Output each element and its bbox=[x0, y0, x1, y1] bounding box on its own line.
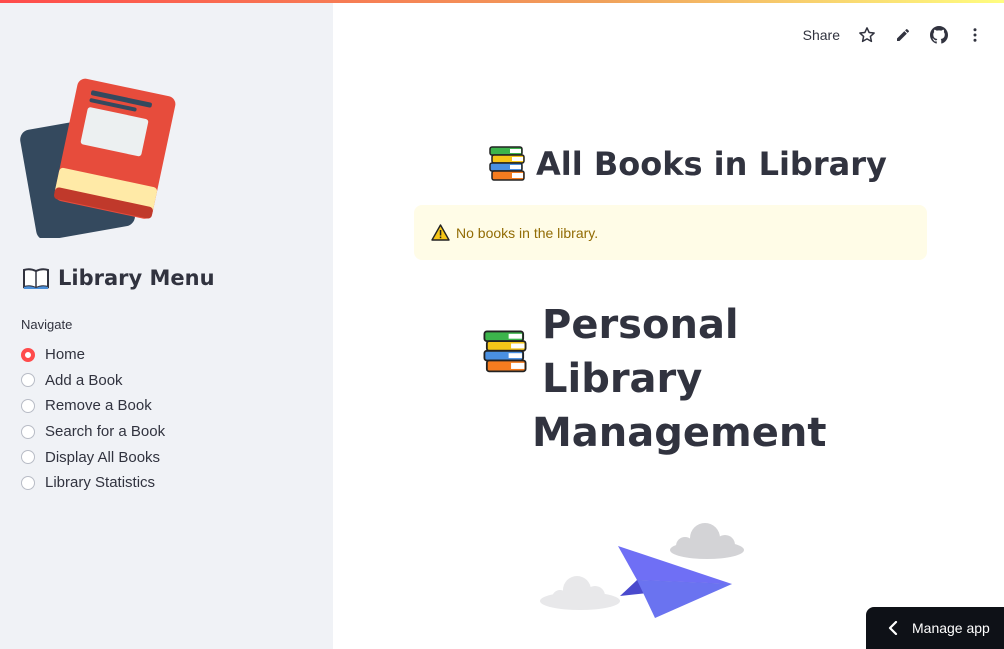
manage-app-button[interactable]: Manage app bbox=[866, 607, 1004, 649]
pencil-icon[interactable] bbox=[894, 26, 912, 44]
radio-button[interactable] bbox=[21, 475, 35, 490]
library-logo bbox=[20, 78, 176, 238]
top-decoration-bar bbox=[0, 0, 1004, 3]
books-icon bbox=[482, 330, 528, 374]
radio-button[interactable] bbox=[21, 373, 35, 388]
radio-option-statistics[interactable]: Library Statistics bbox=[21, 470, 165, 496]
radio-button-selected[interactable] bbox=[21, 347, 35, 362]
sidebar: Library Menu Navigate Home Add a Book Re… bbox=[0, 0, 333, 649]
warning-alert-text: No books in the library. bbox=[456, 224, 599, 241]
star-icon[interactable] bbox=[858, 26, 876, 44]
page-title: Personal Library Management bbox=[482, 298, 882, 460]
chevron-left-icon bbox=[888, 621, 898, 635]
sidebar-title-text: Library Menu bbox=[58, 266, 215, 290]
radio-option-display-all[interactable]: Display All Books bbox=[21, 444, 165, 470]
radio-option-search-book[interactable]: Search for a Book bbox=[21, 419, 165, 445]
radio-label: Remove a Book bbox=[45, 397, 152, 415]
section-heading: All Books in Library bbox=[488, 145, 887, 183]
sidebar-title: Library Menu bbox=[22, 266, 215, 290]
radio-option-add-book[interactable]: Add a Book bbox=[21, 368, 165, 394]
books-icon bbox=[488, 146, 526, 182]
radio-button[interactable] bbox=[21, 398, 35, 413]
radio-label: Display All Books bbox=[45, 448, 161, 466]
more-vertical-icon[interactable] bbox=[966, 26, 984, 44]
page-title-line2: Management bbox=[532, 410, 827, 456]
navigation-radio-group: Home Add a Book Remove a Book Search for… bbox=[21, 342, 165, 496]
radio-label: Library Statistics bbox=[45, 474, 156, 492]
github-icon[interactable] bbox=[930, 26, 948, 44]
radio-button[interactable] bbox=[21, 450, 35, 465]
radio-label: Home bbox=[45, 346, 86, 364]
radio-option-home[interactable]: Home bbox=[21, 342, 165, 368]
warning-alert: No books in the library. bbox=[414, 205, 927, 260]
navigate-label: Navigate bbox=[21, 317, 73, 332]
page-title-line1: Personal Library bbox=[542, 302, 739, 402]
open-book-icon bbox=[22, 267, 50, 289]
paper-plane-illustration bbox=[540, 523, 744, 618]
header-actions: Share bbox=[803, 26, 984, 44]
warning-icon bbox=[431, 224, 450, 241]
manage-app-label: Manage app bbox=[912, 620, 990, 636]
section-heading-text: All Books in Library bbox=[536, 145, 887, 183]
radio-option-remove-book[interactable]: Remove a Book bbox=[21, 393, 165, 419]
radio-label: Add a Book bbox=[45, 371, 123, 389]
radio-label: Search for a Book bbox=[45, 423, 166, 441]
radio-button[interactable] bbox=[21, 424, 35, 439]
share-button[interactable]: Share bbox=[803, 27, 840, 43]
